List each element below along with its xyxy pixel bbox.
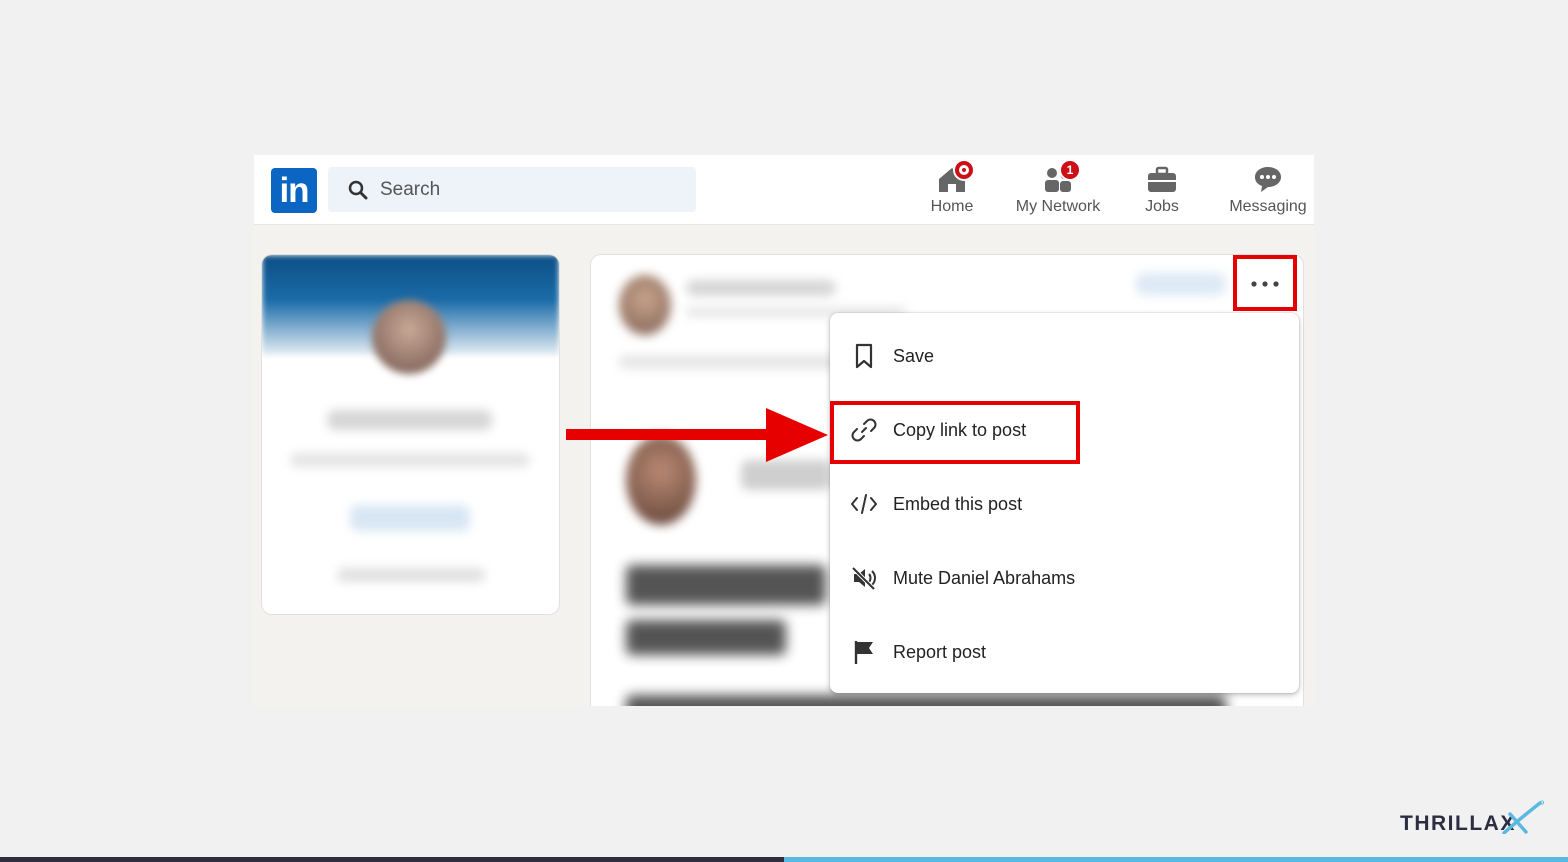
top-navigation-bar: in Search Home 1 My Network Jobs Messagi…: [254, 155, 1314, 225]
menu-item-label: Report post: [893, 642, 987, 662]
profile-card-blurred: [262, 255, 559, 614]
blurred-heading-line-3: [626, 695, 1226, 706]
home-notification-badge: [953, 159, 975, 181]
menu-item-label: Mute Daniel Abrahams: [893, 568, 1076, 588]
blurred-text-line: [619, 355, 839, 369]
blurred-author-name: [686, 280, 836, 296]
flag-icon: [854, 641, 873, 664]
linkedin-logo[interactable]: in: [271, 168, 317, 213]
menu-item-save[interactable]: Save: [830, 326, 1299, 386]
network-notification-badge: 1: [1059, 159, 1081, 181]
ellipsis-icon: [1251, 281, 1279, 287]
chat-icon: [1255, 167, 1281, 192]
briefcase-icon: [1148, 166, 1176, 192]
bookmark-icon: [855, 343, 873, 369]
nav-jobs-label: Jobs: [1145, 198, 1179, 215]
post-author-avatar: [619, 275, 671, 335]
blurred-link: [337, 568, 485, 582]
avatar: [372, 300, 446, 374]
nav-messaging[interactable]: Messaging: [1226, 163, 1310, 223]
nav-my-network[interactable]: 1 My Network: [1012, 159, 1104, 223]
menu-item-report[interactable]: Report post: [830, 622, 1299, 682]
brand-swoosh-icon: [1502, 800, 1545, 834]
menu-item-embed[interactable]: Embed this post: [830, 474, 1299, 534]
brand-name: THRILLAX: [1400, 812, 1516, 835]
blurred-name: [327, 410, 492, 430]
nav-home-label: Home: [930, 198, 974, 215]
menu-item-mute[interactable]: Mute Daniel Abrahams: [830, 548, 1299, 608]
nav-home[interactable]: Home: [922, 159, 982, 223]
search-icon: [348, 180, 368, 200]
post-options-menu: Save Copy link to post Embed this post M…: [830, 313, 1299, 693]
code-icon: [851, 494, 877, 514]
menu-item-label: Embed this post: [893, 494, 1023, 514]
blurred-follow-button: [1136, 273, 1226, 295]
blurred-heading-line-2: [626, 620, 786, 655]
mute-icon: [851, 566, 876, 591]
thrillax-brand: THRILLAX: [1400, 800, 1545, 840]
footer-bar-dark: [0, 857, 784, 862]
menu-item-label: Save: [893, 346, 935, 366]
pointer-arrow-icon: [566, 408, 828, 462]
nav-jobs[interactable]: Jobs: [1132, 163, 1192, 223]
blurred-heading-line-1: [626, 565, 826, 605]
nav-my-network-label: My Network: [1015, 198, 1101, 215]
blurred-headline: [290, 453, 530, 467]
blurred-text-block: [741, 460, 831, 490]
blurred-button: [350, 505, 470, 531]
post-more-options-button[interactable]: [1233, 255, 1297, 311]
copy-link-highlight-box: [830, 401, 1080, 464]
search-bar[interactable]: Search: [328, 167, 696, 212]
search-placeholder: Search: [380, 179, 441, 200]
footer-bar-accent: [784, 857, 1568, 862]
nav-messaging-label: Messaging: [1229, 198, 1307, 215]
